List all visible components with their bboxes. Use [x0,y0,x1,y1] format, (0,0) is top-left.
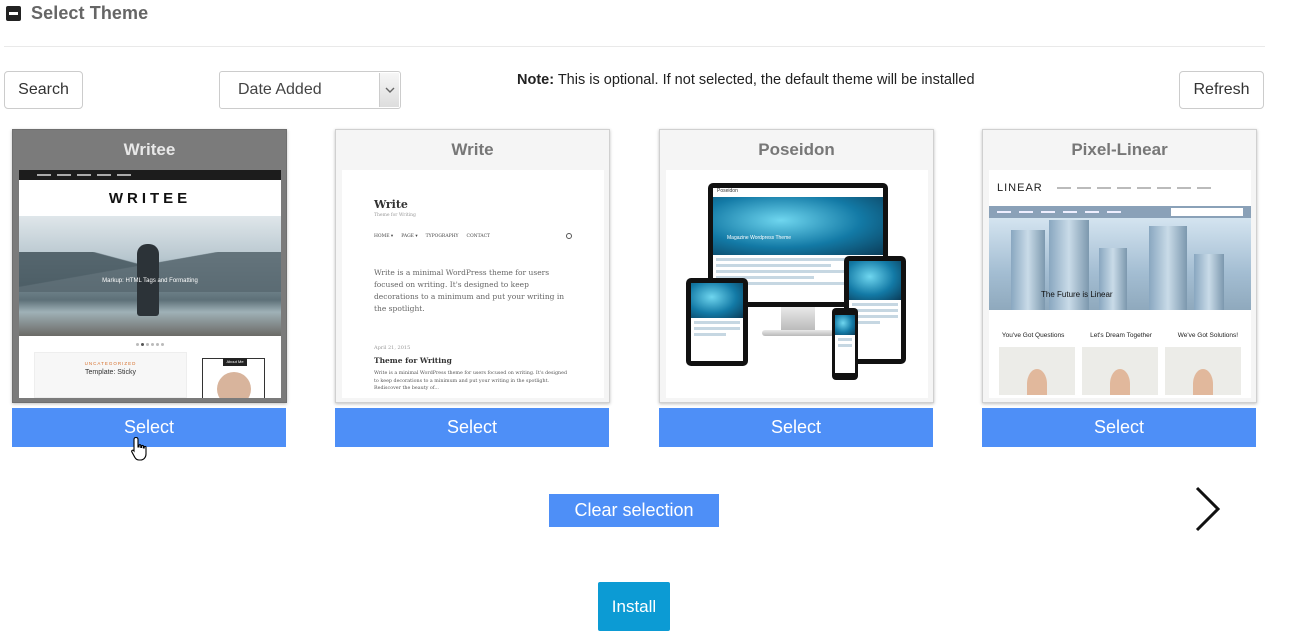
preview-menu-item: TYPOGRAPHY [425,233,459,239]
preview-post-kicker: UNCATEGORIZED [84,361,137,366]
preview-post-date: April 21, 2015 [374,345,411,351]
preview-logo: LINEAR [997,182,1043,194]
theme-name: Poseidon [758,140,835,159]
select-button-pixel-linear[interactable]: Select [982,408,1256,447]
theme-preview-poseidon[interactable]: Poseidon Magazine Wordpress Theme [666,170,928,398]
sort-select[interactable]: Date Added [219,71,401,109]
theme-card-write[interactable]: Write Write Theme for Writing HOME ▾ PAG… [335,129,610,403]
preview-post-title: Theme for Writing [374,356,452,365]
preview-post-title: Template: Sticky [85,369,136,376]
chevron-right-icon[interactable] [1190,484,1224,534]
preview-site-name: Poseidon [713,188,883,197]
preview-phone-small [832,308,858,380]
preview-tablet [686,278,748,366]
collapse-minus-icon[interactable] [6,5,21,21]
theme-card-writee[interactable]: Writee WRITEE Markup: HTML Tags and Form… [12,129,287,403]
slider-dots [19,336,281,352]
preview-menu: HOME ▾ PAGE ▾ TYPOGRAPHY CONTACT [374,233,572,239]
note-label: Note: [517,72,555,88]
preview-intro: Write is a minimal WordPress theme for u… [374,268,565,313]
note-text: This is optional. If not selected, the d… [554,72,975,88]
theme-preview-write[interactable]: Write Theme for Writing HOME ▾ PAGE ▾ TY… [342,170,604,398]
refresh-button[interactable]: Refresh [1179,71,1264,109]
preview-nav [19,170,281,180]
preview-column-title: Let's Dream Together [1090,332,1152,339]
preview-column-images [989,339,1251,395]
preview-post-body: Write is a minimal WordPress theme for u… [374,371,568,392]
optional-note: Note: This is optional. If not selected,… [517,72,975,88]
theme-card-pixel-linear[interactable]: Pixel-Linear LINEAR The Future is Linear… [982,129,1257,403]
hand-cursor-icon [131,436,147,461]
preview-column-title: You've Got Questions [1001,332,1065,339]
select-button-poseidon[interactable]: Select [659,408,933,447]
preview-hero-image: The Future is Linear [989,218,1251,310]
preview-menu-item: CONTACT [466,233,491,239]
theme-card-poseidon[interactable]: Poseidon Poseidon Magazine Wordpress The… [659,129,934,403]
theme-preview-pixel-linear[interactable]: LINEAR The Future is Linear You've Got Q… [989,170,1251,398]
preview-logo: Write [374,198,408,211]
preview-columns: You've Got Questions Let's Dream Togethe… [989,310,1251,339]
theme-preview-writee[interactable]: WRITEE Markup: HTML Tags and Formatting … [19,170,281,398]
chevron-down-icon[interactable] [379,73,399,107]
preview-hero-image: Markup: HTML Tags and Formatting [19,216,281,336]
preview-column-title: We've Got Solutions! [1177,332,1239,339]
preview-menu-item: PAGE ▾ [401,233,418,239]
search-icon [566,233,572,239]
sort-selected-value: Date Added [238,81,322,98]
theme-name: Writee [123,140,176,159]
preview-device-mockup: Poseidon Magazine Wordpress Theme [666,170,928,398]
preview-hero-text: Magazine Wordpress Theme [727,235,792,241]
preview-hero-text: Markup: HTML Tags and Formatting [102,278,198,284]
section-header[interactable]: Select Theme [6,0,148,26]
preview-about-label: About Me [223,358,247,366]
preview-menu-item: HOME ▾ [374,233,394,239]
theme-name: Write [451,140,494,159]
select-button-write[interactable]: Select [335,408,609,447]
preview-hero-text: The Future is Linear [1041,290,1113,299]
install-button[interactable]: Install [598,582,670,631]
search-button[interactable]: Search [4,71,83,109]
section-title: Select Theme [31,2,149,23]
theme-name: Pixel-Linear [1071,140,1168,159]
preview-post-card: UNCATEGORIZED Template: Sticky [34,352,187,398]
preview-logo: WRITEE [108,189,192,207]
preview-about-box: About Me [202,358,265,398]
preview-nav [989,206,1251,218]
preview-tagline: Theme for Writing [374,213,416,218]
avatar [217,372,251,398]
clear-selection-button[interactable]: Clear selection [549,494,719,527]
header-divider [4,46,1265,47]
